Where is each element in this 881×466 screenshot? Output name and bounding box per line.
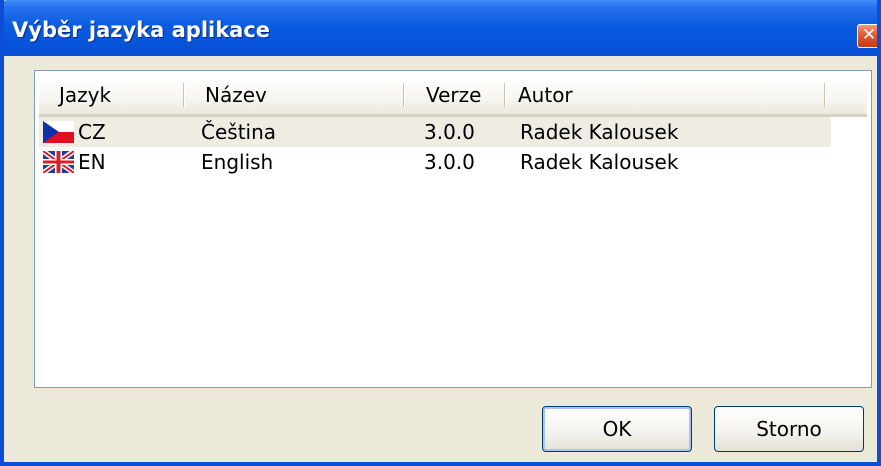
language-dialog: Výběr jazyka aplikace ✕ Jazyk Název Verz… [0,0,881,466]
language-code: EN [78,150,106,174]
column-header-author[interactable]: Autor [518,75,573,114]
language-code: CZ [78,120,106,144]
column-divider[interactable] [183,83,184,107]
window-title: Výběr jazyka aplikace [12,18,271,42]
column-divider[interactable] [824,83,825,107]
column-header-language[interactable]: Jazyk [59,75,111,114]
language-author: Radek Kalousek [520,150,679,174]
language-version: 3.0.0 [424,120,475,144]
column-divider[interactable] [504,83,505,107]
cancel-button[interactable]: Storno [714,406,864,452]
language-author: Radek Kalousek [520,120,679,144]
title-bar[interactable]: Výběr jazyka aplikace ✕ [4,0,877,56]
column-header-name[interactable]: Název [205,75,267,114]
list-item-en[interactable]: EN English 3.0.0 Radek Kalousek [39,147,831,177]
close-icon: ✕ [861,25,877,45]
uk-flag-icon [43,151,74,173]
list-item-cz[interactable]: CZ Čeština 3.0.0 Radek Kalousek [39,117,831,147]
column-header-version[interactable]: Verze [426,75,481,114]
close-button[interactable]: ✕ [857,24,877,48]
language-list[interactable]: Jazyk Název Verze Autor CZ Čeština 3.0.0… [34,70,872,388]
language-name: Čeština [201,120,277,144]
ok-button[interactable]: OK [542,406,692,452]
czech-flag-icon [43,121,74,143]
list-header: Jazyk Název Verze Autor [39,75,867,117]
column-divider[interactable] [403,83,404,107]
language-name: English [201,150,274,174]
language-version: 3.0.0 [424,150,475,174]
